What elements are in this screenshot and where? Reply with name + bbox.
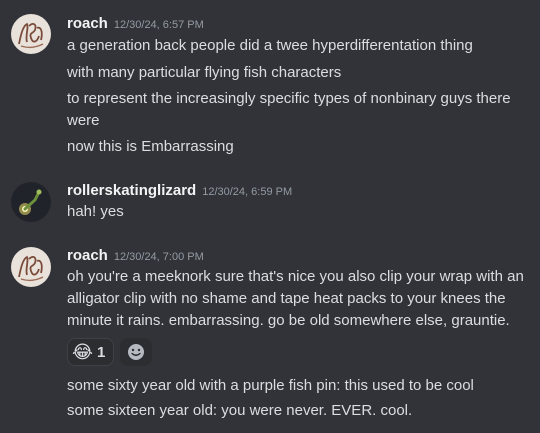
author-name[interactable]: roach bbox=[67, 247, 108, 264]
lizard-avatar-icon[interactable] bbox=[11, 182, 51, 222]
message-body: oh you're a meeknork sure that's nice yo… bbox=[67, 268, 524, 329]
reaction-count: 1 bbox=[97, 343, 106, 361]
message-line: to represent the increasingly specific t… bbox=[67, 90, 511, 129]
timestamp[interactable]: 12/30/24, 6:59 PM bbox=[202, 186, 292, 198]
message-line: some sixty year old with a purple fish p… bbox=[67, 377, 474, 394]
roach-avatar-icon[interactable] bbox=[11, 14, 51, 54]
add-reaction-button[interactable] bbox=[120, 338, 153, 366]
author-name[interactable]: roach bbox=[67, 15, 108, 32]
message-line: a generation back people did a twee hype… bbox=[67, 37, 473, 54]
message-header: roach 12/30/24, 6:57 PM bbox=[67, 15, 204, 33]
author-name[interactable]: rollerskatinglizard bbox=[67, 182, 196, 199]
reactions-bar: 😂 1 bbox=[67, 338, 153, 366]
message-line: now this is Embarrassing bbox=[67, 138, 234, 155]
laughing-emoji-icon: 😂 bbox=[72, 342, 94, 362]
add-reaction-icon bbox=[128, 344, 145, 360]
message-line: with many particular flying fish charact… bbox=[67, 64, 342, 81]
timestamp[interactable]: 12/30/24, 6:57 PM bbox=[114, 19, 204, 31]
message-header: rollerskatinglizard 12/30/24, 6:59 PM bbox=[67, 182, 292, 200]
message-line: some sixteen year old: you were never. E… bbox=[67, 402, 413, 419]
message-header: roach 12/30/24, 7:00 PM bbox=[67, 247, 204, 265]
timestamp[interactable]: 12/30/24, 7:00 PM bbox=[114, 251, 204, 263]
roach-avatar-icon[interactable] bbox=[11, 247, 51, 287]
reaction-laughing[interactable]: 😂 1 bbox=[67, 338, 115, 366]
message-line: hah! yes bbox=[67, 203, 124, 220]
